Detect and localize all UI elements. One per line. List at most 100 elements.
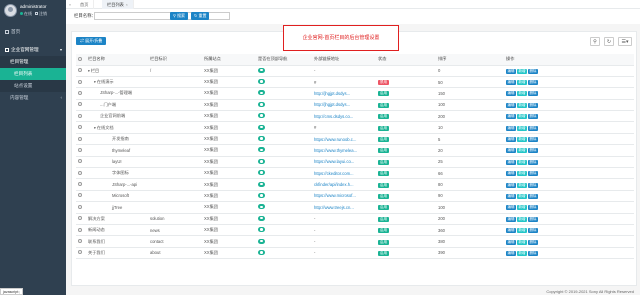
cell-link[interactable]: https://ckeditor.com... [312, 167, 376, 180]
add-button[interactable]: 新增 [517, 228, 527, 234]
topnav-toggle[interactable] [258, 192, 265, 198]
topnav-toggle[interactable] [258, 90, 265, 96]
cell-link[interactable]: https://www.runoob.c... [312, 133, 376, 146]
edit-button[interactable]: 编辑 [506, 102, 516, 108]
add-button[interactable]: 新增 [517, 91, 527, 97]
add-button[interactable]: 新增 [517, 159, 527, 165]
row-radio[interactable] [78, 68, 82, 73]
table-row[interactable]: layUI XX集团 https://www.layui.co... 启用 25 编辑 新增… [76, 156, 634, 169]
edit-button[interactable]: 编辑 [506, 182, 516, 188]
nav-home[interactable]: 首页 [0, 26, 66, 38]
topnav-toggle[interactable] [258, 238, 265, 244]
delete-button[interactable]: 删除 [528, 80, 538, 86]
row-radio[interactable] [78, 113, 82, 118]
col-header-key[interactable]: 栏目标识 [148, 54, 202, 66]
delete-button[interactable]: 删除 [528, 68, 538, 74]
refresh-button[interactable]: ↻ [604, 37, 614, 46]
row-radio[interactable] [78, 204, 82, 209]
row-radio[interactable] [78, 102, 82, 107]
col-header-topnav[interactable]: 是否在顶部导航 [256, 54, 312, 66]
row-radio[interactable] [78, 182, 82, 187]
reset-button[interactable]: ↻ 重置 [191, 12, 210, 20]
select-all-radio[interactable] [78, 56, 82, 61]
col-header-name[interactable]: 栏目名称 [86, 54, 148, 66]
tree-expand-icon[interactable]: ▾ [94, 80, 96, 84]
avatar[interactable] [4, 4, 17, 17]
delete-button[interactable]: 删除 [528, 159, 538, 165]
cell-link[interactable]: http://jhgjpt.dsdys... [312, 99, 376, 112]
delete-button[interactable]: 删除 [528, 216, 538, 222]
edit-button[interactable]: 编辑 [506, 125, 516, 131]
search-button[interactable]: ⚲ 搜索 [170, 12, 189, 20]
table-row[interactable]: JSharp-...-api XX集团 ckfinder/api/index.h..… [76, 178, 634, 191]
table-row[interactable]: ▾在线演示 XX集团 # 禁用 50 编辑 新增 删除 [76, 76, 634, 89]
row-radio[interactable] [78, 239, 82, 244]
edit-button[interactable]: 编辑 [506, 137, 516, 143]
close-icon[interactable]: × [126, 3, 128, 7]
columns-button[interactable]: ☰▾ [618, 37, 632, 46]
table-row[interactable]: 关于我们 about XX集团 - 启用 390 编辑 新增 删除 [76, 247, 634, 260]
delete-button[interactable]: 删除 [528, 250, 538, 256]
add-button[interactable]: 新增 [517, 80, 527, 86]
delete-button[interactable]: 删除 [528, 102, 538, 108]
row-radio[interactable] [78, 79, 82, 84]
edit-button[interactable]: 编辑 [506, 250, 516, 256]
add-button[interactable]: 新增 [517, 193, 527, 199]
nav-group-website[interactable]: 企业官网管理 ▾ [0, 44, 66, 56]
edit-button[interactable]: 编辑 [506, 171, 516, 177]
row-radio[interactable] [78, 193, 82, 198]
add-button[interactable]: 新增 [517, 216, 527, 222]
add-button[interactable]: 新增 [517, 239, 527, 245]
table-row[interactable]: 企业官网前端 XX集团 http://cms.dsdys.co... 启用 200 编辑新… [76, 110, 634, 123]
row-radio[interactable] [78, 170, 82, 175]
delete-button[interactable]: 删除 [528, 205, 538, 211]
delete-button[interactable]: 删除 [528, 91, 538, 97]
table-row[interactable]: JSharp-...-管理端 XX集团 http://jhgjpt.dsdys...… [76, 87, 634, 100]
edit-button[interactable]: 编辑 [506, 148, 516, 154]
delete-button[interactable]: 删除 [528, 148, 538, 154]
row-radio[interactable] [78, 90, 82, 95]
edit-button[interactable]: 编辑 [506, 216, 516, 222]
edit-button[interactable]: 编辑 [506, 159, 516, 165]
cell-link[interactable]: https://www.thymelea... [312, 144, 376, 157]
col-header-site[interactable]: 所属站点 [202, 54, 256, 66]
add-button[interactable]: 新增 [517, 114, 527, 120]
delete-button[interactable]: 删除 [528, 193, 538, 199]
edit-button[interactable]: 编辑 [506, 91, 516, 97]
col-header-status[interactable]: 状态 [376, 54, 436, 66]
cell-link[interactable]: http://www.treejs.cn... [312, 201, 376, 214]
row-radio[interactable] [78, 147, 82, 152]
delete-button[interactable]: 删除 [528, 114, 538, 120]
table-row[interactable]: 新闻动态 news XX集团 - 启用 360 编辑 新增 删除 [76, 224, 634, 237]
delete-button[interactable]: 删除 [528, 137, 538, 143]
tree-expand-icon[interactable]: ▾ [88, 69, 90, 73]
cell-link[interactable]: https://www.microsof... [312, 190, 376, 203]
tab-home[interactable]: 首页 [75, 0, 95, 9]
logout-link[interactable]: 注销 [39, 11, 47, 16]
expand-collapse-button[interactable]: ⇄ 展开/折叠 [76, 37, 107, 45]
nav-content-manage[interactable]: 内容管理 ‹ [0, 92, 66, 104]
topnav-toggle[interactable] [258, 79, 265, 85]
delete-button[interactable]: 删除 [528, 182, 538, 188]
search-input[interactable] [94, 12, 230, 20]
topnav-toggle[interactable] [258, 67, 265, 73]
col-header-order[interactable]: 排序 [436, 54, 504, 66]
add-button[interactable]: 新增 [517, 125, 527, 131]
add-button[interactable]: 新增 [517, 102, 527, 108]
topnav-toggle[interactable] [258, 204, 265, 210]
table-row[interactable]: Microsoft XX集团 https://www.microsof... 启用 90… [76, 190, 634, 203]
table-row[interactable]: ...门户端 XX集团 http://jhgjpt.dsdys... 启用 100 编辑新… [76, 99, 634, 112]
topnav-toggle[interactable] [258, 249, 265, 255]
add-button[interactable]: 新增 [517, 182, 527, 188]
add-button[interactable]: 新增 [517, 250, 527, 256]
delete-button[interactable]: 删除 [528, 171, 538, 177]
add-button[interactable]: 新增 [517, 205, 527, 211]
topnav-toggle[interactable] [258, 113, 265, 119]
delete-button[interactable]: 删除 [528, 239, 538, 245]
table-row[interactable]: 解决方案 solution XX集团 - 启用 200 编辑 新增 删除 [76, 213, 634, 225]
topnav-toggle[interactable] [258, 227, 265, 233]
cell-link[interactable]: http://cms.dsdys.co... [312, 110, 376, 123]
row-radio[interactable] [78, 136, 82, 141]
delete-button[interactable]: 删除 [528, 125, 538, 131]
edit-button[interactable]: 编辑 [506, 80, 516, 86]
